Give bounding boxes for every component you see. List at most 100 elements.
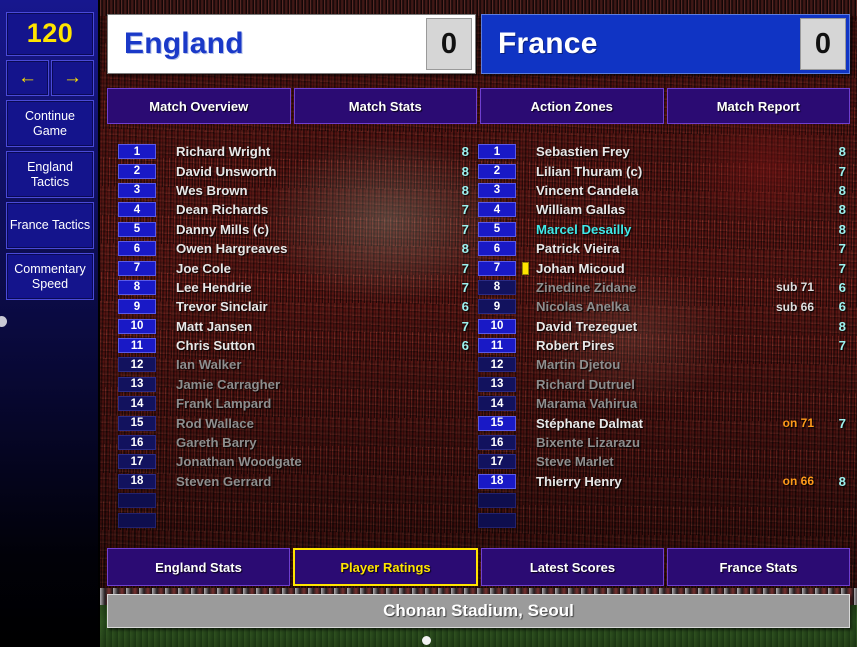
squad-row[interactable]: 16 Bixente Lizarazu (478, 433, 850, 452)
shirt-number: 16 (118, 435, 156, 451)
squad-row[interactable]: 13 Jamie Carragher (118, 375, 473, 394)
squad-row[interactable]: 4 William Gallas 8 (478, 200, 850, 219)
shirt-number: 17 (118, 454, 156, 470)
player-rating: 8 (838, 182, 846, 198)
shirt-number: 10 (118, 318, 156, 334)
tab-0[interactable]: England Stats (107, 548, 290, 586)
player-rating: 8 (838, 473, 846, 489)
shirt-number: 15 (478, 415, 516, 431)
shirt-number: 7 (478, 260, 516, 276)
player-name: Frank Lampard (176, 396, 272, 412)
player-rating: 8 (461, 241, 469, 257)
squad-row[interactable]: 15 Stéphane Dalmat on 71 7 (478, 413, 850, 432)
shirt-number: 17 (478, 454, 516, 470)
ball-marker-icon (422, 636, 431, 645)
player-rating: 7 (838, 415, 846, 431)
shirt-number: 6 (478, 241, 516, 257)
player-name: Trevor Sinclair (176, 299, 268, 315)
shirt-number: 14 (478, 396, 516, 412)
bottom-tab-bar: England Stats Player Ratings Latest Scores… (107, 548, 850, 586)
squad-row[interactable]: 3 Vincent Candela 8 (478, 181, 850, 200)
player-name: David Trezeguet (536, 318, 638, 334)
player-name: Stéphane Dalmat (536, 415, 643, 431)
player-rating: 6 (461, 299, 469, 315)
home-squad-list: 1 Richard Wright 8 2 David Unsworth 8 3 Wes Bro… (118, 142, 473, 540)
squad-row[interactable]: 17 Jonathan Woodgate (118, 452, 473, 471)
tab-1[interactable]: Player Ratings (293, 548, 478, 586)
player-rating: 8 (461, 182, 469, 198)
squad-row[interactable]: 18 Thierry Henry on 66 8 (478, 472, 850, 491)
squad-row[interactable]: 12 Ian Walker (118, 355, 473, 374)
tab-2[interactable]: Latest Scores (481, 548, 664, 586)
tab-2[interactable]: Action Zones (480, 88, 664, 124)
shirt-number: 15 (118, 415, 156, 431)
away-squad-list: 1 Sebastien Frey 8 2 Lilian Thuram (c) 7 3 Vinc… (478, 142, 850, 540)
squad-row[interactable]: 1 Richard Wright 8 (118, 142, 473, 161)
shirt-number (478, 512, 516, 528)
squad-row[interactable]: 15 Rod Wallace (118, 413, 473, 432)
player-rating: 7 (461, 221, 469, 237)
shirt-number: 8 (478, 279, 516, 295)
squad-row[interactable]: 10 David Trezeguet 8 (478, 317, 850, 336)
tab-3[interactable]: France Stats (667, 548, 850, 586)
top-tab-bar: Match Overview Match Stats Action Zones Mat… (107, 88, 850, 124)
squad-row[interactable]: 14 Frank Lampard (118, 394, 473, 413)
shirt-number: 7 (118, 260, 156, 276)
player-name: Jamie Carragher (176, 376, 281, 392)
away-team-block[interactable]: France 0 (481, 14, 850, 74)
player-name: Sebastien Frey (536, 144, 630, 160)
squad-row-empty (118, 510, 473, 529)
shirt-number: 10 (478, 318, 516, 334)
squad-row[interactable]: 14 Marama Vahirua (478, 394, 850, 413)
squad-row[interactable]: 4 Dean Richards 7 (118, 200, 473, 219)
squad-row[interactable]: 9 Nicolas Anelka sub 66 6 (478, 297, 850, 316)
player-name: Lilian Thuram (c) (536, 163, 643, 179)
squad-row[interactable]: 17 Steve Marlet (478, 452, 850, 471)
squad-row[interactable]: 18 Steven Gerrard (118, 472, 473, 491)
squad-row[interactable]: 11 Chris Sutton 6 (118, 336, 473, 355)
player-name: Matt Jansen (176, 318, 253, 334)
tab-3[interactable]: Match Report (666, 88, 850, 124)
squad-row[interactable]: 6 Patrick Vieira 7 (478, 239, 850, 258)
shirt-number: 13 (118, 376, 156, 392)
squad-row-empty (118, 491, 473, 510)
squad-row[interactable]: 7 Joe Cole 7 (118, 258, 473, 277)
shirt-number: 9 (478, 299, 516, 315)
previous-arrow-icon[interactable]: ← (6, 60, 49, 96)
home-team-block[interactable]: England 0 (107, 14, 476, 74)
tab-1[interactable]: Match Stats (293, 88, 477, 124)
squad-row[interactable]: 2 Lilian Thuram (c) 7 (478, 161, 850, 180)
squad-row[interactable]: 12 Martin Djetou (478, 355, 850, 374)
england-tactics-button[interactable]: England Tactics (6, 151, 94, 198)
squad-row[interactable]: 8 Lee Hendrie 7 (118, 278, 473, 297)
squad-row[interactable]: 6 Owen Hargreaves 8 (118, 239, 473, 258)
shirt-number (118, 512, 156, 528)
squad-row[interactable]: 2 David Unsworth 8 (118, 161, 473, 180)
squad-row[interactable]: 16 Gareth Barry (118, 433, 473, 452)
next-arrow-icon[interactable]: → (51, 60, 94, 96)
shirt-number: 5 (118, 221, 156, 237)
squad-row[interactable]: 7 Johan Micoud 7 (478, 258, 850, 277)
shirt-number: 11 (118, 338, 156, 354)
shirt-number: 3 (478, 182, 516, 198)
squad-row[interactable]: 1 Sebastien Frey 8 (478, 142, 850, 161)
player-name: Joe Cole (176, 260, 231, 276)
squad-row[interactable]: 10 Matt Jansen 7 (118, 317, 473, 336)
shirt-number: 12 (478, 357, 516, 373)
player-name: Patrick Vieira (536, 241, 620, 257)
squad-row[interactable]: 5 Danny Mills (c) 7 (118, 220, 473, 239)
squad-row[interactable]: 5 Marcel Desailly 8 (478, 220, 850, 239)
tab-0[interactable]: Match Overview (107, 88, 291, 124)
player-name: Vincent Candela (536, 182, 639, 198)
player-rating: 7 (838, 241, 846, 257)
france-tactics-button[interactable]: France Tactics (6, 202, 94, 249)
squad-row[interactable]: 13 Richard Dutruel (478, 375, 850, 394)
commentary-speed-button[interactable]: Commentary Speed (6, 253, 94, 300)
squad-row[interactable]: 9 Trevor Sinclair 6 (118, 297, 473, 316)
continue-game-button[interactable]: Continue Game (6, 100, 94, 147)
squad-row[interactable]: 8 Zinedine Zidane sub 71 6 (478, 278, 850, 297)
squad-row[interactable]: 11 Robert Pires 7 (478, 336, 850, 355)
squad-row[interactable]: 3 Wes Brown 8 (118, 181, 473, 200)
player-name: Wes Brown (176, 182, 248, 198)
shirt-number: 14 (118, 396, 156, 412)
